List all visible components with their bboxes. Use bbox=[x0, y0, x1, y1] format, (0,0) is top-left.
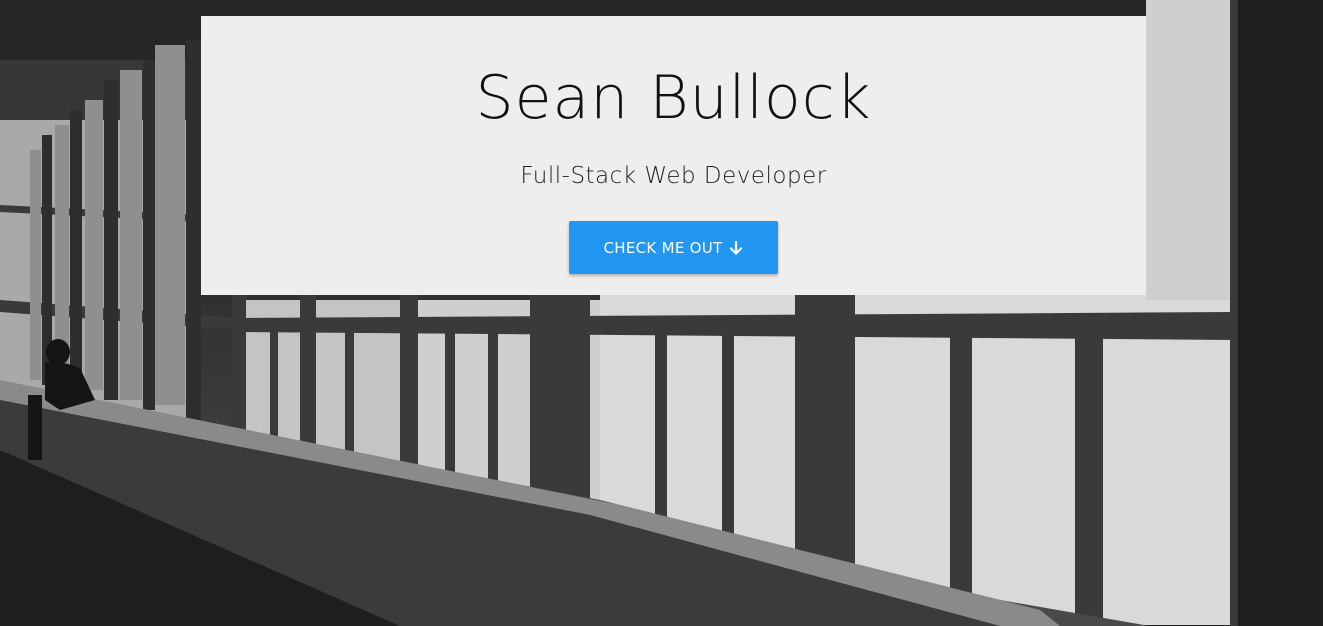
hero-name: Sean Bullock bbox=[475, 63, 872, 133]
arrow-down-icon bbox=[729, 240, 742, 255]
hero-role: Full-Stack Web Developer bbox=[520, 163, 827, 189]
check-me-out-button[interactable]: CHECK ME OUT bbox=[569, 221, 778, 274]
hero-card: Sean Bullock Full-Stack Web Developer CH… bbox=[201, 16, 1146, 295]
cta-label: CHECK ME OUT bbox=[603, 238, 723, 257]
